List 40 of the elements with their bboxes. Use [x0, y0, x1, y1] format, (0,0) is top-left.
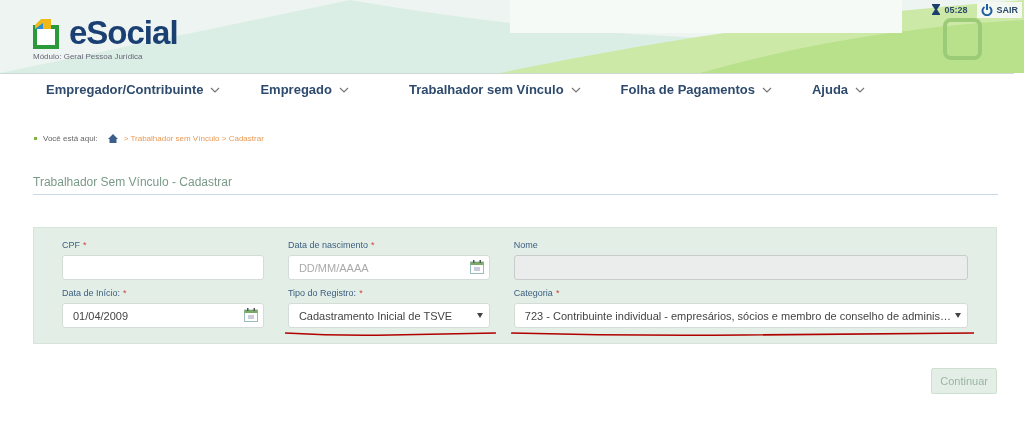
- logout-button[interactable]: SAIR: [977, 2, 1022, 18]
- menu-item[interactable]: Empregador/Contribuinte: [46, 82, 221, 97]
- field-label: Data de Início:: [62, 288, 121, 298]
- power-icon: [981, 4, 994, 16]
- date-field[interactable]: DD/MM/AAAA: [287, 255, 490, 280]
- field-label: Nome: [513, 240, 538, 250]
- required-mark: *: [370, 240, 375, 250]
- chevron-down-icon: [570, 86, 581, 93]
- field-label: Categoria: [513, 288, 553, 298]
- menu-item[interactable]: Empregado: [260, 82, 349, 97]
- calendar-icon: [243, 308, 258, 322]
- dropdown[interactable]: Cadastramento Inicial de TSVE: [287, 303, 490, 328]
- field-label: CPF: [62, 240, 80, 250]
- page-title: Trabalhador Sem Vínculo - Cadastrar: [33, 175, 998, 195]
- date-field[interactable]: 01/04/2009: [62, 303, 264, 328]
- field-label: Tipo do Registro:: [287, 288, 357, 298]
- dropdown[interactable]: 723 - Contribuinte individual - empresários, sócios e membro de conselho de adminis…: [513, 303, 968, 328]
- caret-icon: [955, 313, 961, 318]
- chevron-down-icon: [338, 86, 349, 93]
- home-icon: [107, 134, 118, 143]
- bullet-icon: [34, 137, 37, 140]
- chevron-down-icon: [761, 86, 772, 93]
- menu-item[interactable]: Ajuda: [811, 82, 866, 97]
- hourglass-icon: [932, 4, 941, 15]
- required-mark: *: [555, 288, 560, 298]
- breadcrumb-label: Você está aqui:: [43, 134, 98, 143]
- timer-text: 05:28: [944, 4, 968, 15]
- calendar-icon: [469, 260, 484, 274]
- field-label: Data de nascimento: [287, 240, 368, 250]
- required-mark: *: [359, 288, 363, 298]
- caret-icon: [476, 313, 483, 318]
- input-field[interactable]: [62, 255, 264, 280]
- required-mark: *: [83, 240, 87, 250]
- required-mark: *: [123, 288, 127, 298]
- menu-item[interactable]: Folha de Pagamentos: [620, 82, 772, 97]
- menu-item[interactable]: Trabalhador sem Vínculo: [408, 82, 581, 97]
- module-label: Módulo: Geral Pessoa Jurídica: [33, 52, 144, 61]
- chevron-down-icon: [210, 86, 221, 93]
- chevron-down-icon: [855, 86, 866, 93]
- logo-text: eSocial: [69, 17, 178, 49]
